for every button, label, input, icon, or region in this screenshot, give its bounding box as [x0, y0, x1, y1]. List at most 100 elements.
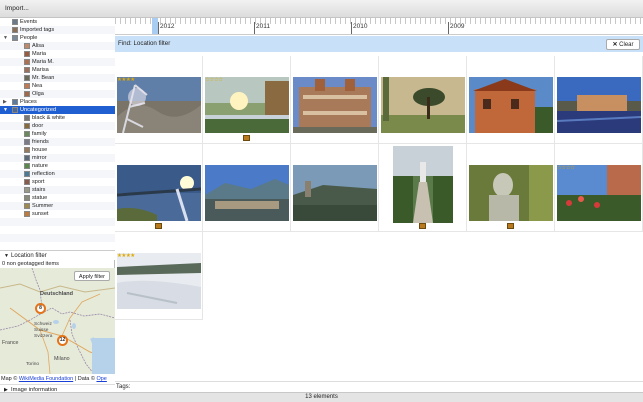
tree-item[interactable]: sport	[0, 178, 115, 186]
tree-item[interactable]: Maria M.	[0, 58, 115, 66]
photo-lake-village[interactable]	[557, 77, 641, 133]
tag-thumbnail-icon	[12, 107, 18, 113]
tree-item[interactable]: Summer	[0, 202, 115, 210]
tag-thumbnail-icon	[24, 43, 30, 49]
photo-cell[interactable]	[291, 144, 379, 232]
tag-thumbnail-icon	[24, 155, 30, 161]
map-marker[interactable]: 12	[57, 335, 68, 346]
tag-thumbnail-icon	[12, 19, 18, 25]
tree-item-label: Summer	[32, 203, 54, 209]
tree-item[interactable]: statue	[0, 194, 115, 202]
disclosure-down-icon[interactable]: ▼	[3, 106, 8, 114]
rating-stars: ☆☆☆☆	[557, 165, 575, 171]
tag-thumbnail-icon	[24, 139, 30, 145]
tree-item-label: friends	[32, 139, 49, 145]
photo-cell[interactable]: ★★★★	[115, 232, 203, 320]
tree-item[interactable]: door	[0, 122, 115, 130]
photo-cell[interactable]	[555, 56, 643, 144]
map-marker[interactable]: 8	[35, 303, 46, 314]
tree-item[interactable]: Alisa	[0, 42, 115, 50]
find-label: Find: Location filter	[118, 40, 171, 47]
photo-garden-stairs[interactable]	[393, 146, 453, 223]
disclosure-down-icon[interactable]: ▼	[4, 251, 9, 261]
tree-item-label: People	[20, 35, 38, 41]
photo-villa[interactable]	[469, 77, 553, 133]
tree-item[interactable]: Imported tags	[0, 26, 115, 34]
tree-item[interactable]: Events	[0, 18, 115, 26]
photo-umbrella-pine[interactable]	[381, 77, 465, 133]
tree-item-label: statue	[32, 195, 48, 201]
openstreetmap-link[interactable]: Ope	[96, 376, 106, 382]
timeline[interactable]: 2012 2011 2010 2009	[115, 18, 643, 35]
wikimedia-link[interactable]: WikiMedia Foundation	[19, 376, 73, 382]
disclosure-down-icon[interactable]: ▼	[3, 34, 8, 42]
photo-river-sunset[interactable]	[205, 77, 289, 133]
photo-cell[interactable]	[115, 144, 203, 232]
tree-item[interactable]: Mr. Bean	[0, 74, 115, 82]
disclosure-right-icon[interactable]: ▶	[3, 98, 7, 106]
photo-lake-sun[interactable]	[117, 165, 201, 221]
photo-cell[interactable]	[291, 56, 379, 144]
tree-item[interactable]: nature	[0, 162, 115, 170]
tree-item-label: Maria	[32, 51, 46, 57]
tree-item[interactable]: Nea	[0, 82, 115, 90]
photo-cell[interactable]: ★★★★	[115, 56, 203, 144]
import-button[interactable]: Import...	[5, 5, 29, 12]
photo-snow-field[interactable]	[117, 253, 201, 309]
photo-statue-bust[interactable]	[469, 165, 553, 221]
tag-tree[interactable]: Events Imported tags ▼ People Alisa Maria Mari…	[0, 18, 115, 250]
photo-cell[interactable]	[379, 56, 467, 144]
apply-filter-button[interactable]: Apply filter	[73, 271, 110, 281]
tree-item[interactable]: friends	[0, 138, 115, 146]
map-label-milano: Milano	[54, 356, 70, 362]
tag-badge-icon	[419, 223, 426, 229]
tag-badge-icon	[155, 223, 162, 229]
attribution-prefix: Map ©	[1, 376, 18, 382]
tag-thumbnail-icon	[12, 99, 18, 105]
photo-cell[interactable]	[467, 56, 555, 144]
photo-mountain-town[interactable]	[205, 165, 289, 221]
tree-item[interactable]: Maria	[0, 50, 115, 58]
tree-item-label: Imported tags	[20, 27, 55, 33]
photo-cell[interactable]	[203, 144, 291, 232]
element-count: 13 elements	[305, 394, 338, 400]
location-map[interactable]: Deutschland Schweiz Suisse Svizzera Fran…	[0, 268, 115, 374]
attribution-mid: | Data ©	[74, 376, 95, 382]
tree-item[interactable]: reflection	[0, 170, 115, 178]
year-label: 2012	[160, 23, 175, 30]
tree-item-label: family	[32, 131, 47, 137]
tree-item[interactable]: stairs	[0, 186, 115, 194]
location-filter-header[interactable]: ▼ Location filter	[0, 250, 115, 260]
photo-cell[interactable]	[379, 144, 467, 232]
photo-grid: ★★★★ ☆☆☆☆ ☆☆☆☆ ★★★★	[115, 56, 643, 336]
tree-item[interactable]: ▶ Places	[0, 98, 115, 106]
tree-item-label: Mr. Bean	[32, 75, 55, 81]
photo-cell[interactable]: ☆☆☆☆	[203, 56, 291, 144]
year-tick	[351, 22, 352, 34]
tree-item[interactable]: Marisa	[0, 66, 115, 74]
tree-item-label: sunset	[32, 211, 49, 217]
tree-item[interactable]: black & white	[0, 114, 115, 122]
tag-thumbnail-icon	[24, 147, 30, 153]
photo-roses-house[interactable]	[557, 165, 641, 221]
tree-item-label: nature	[32, 163, 48, 169]
photo-cell[interactable]	[467, 144, 555, 232]
photo-cell[interactable]: ☆☆☆☆	[555, 144, 643, 232]
tree-item[interactable]: mirror	[0, 154, 115, 162]
clear-label: Clear	[619, 42, 634, 48]
tree-item[interactable]: family	[0, 130, 115, 138]
map-attribution: Map © WikiMedia Foundation | Data © Ope	[0, 374, 115, 384]
tag-badge-icon	[243, 135, 250, 141]
photo-snowy-branch[interactable]	[117, 77, 201, 133]
photo-castle-hill[interactable]	[293, 165, 377, 221]
tree-item[interactable]: ▼ Uncategorized	[0, 106, 115, 114]
browser-pane: 2012 2011 2010 2009 Find: Location filte…	[115, 18, 643, 392]
tree-item-label: Marisa	[32, 67, 49, 73]
tree-item[interactable]: sunset	[0, 210, 115, 218]
clear-button[interactable]: ✕ Clear	[606, 39, 640, 50]
tree-item[interactable]: ▼ People	[0, 34, 115, 42]
tag-thumbnail-icon	[12, 35, 18, 41]
tree-item[interactable]: Olga	[0, 90, 115, 98]
tree-item[interactable]: house	[0, 146, 115, 154]
photo-palazzo[interactable]	[293, 77, 377, 133]
